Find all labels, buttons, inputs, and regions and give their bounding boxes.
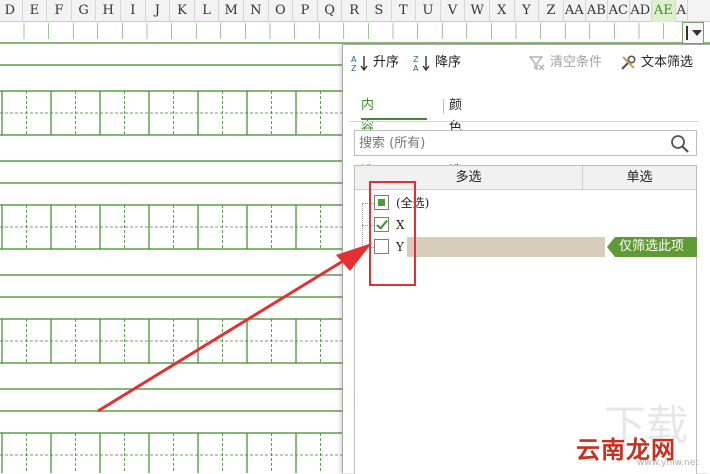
column-header-z[interactable]: Z bbox=[539, 0, 564, 22]
column-header-d[interactable]: D bbox=[0, 0, 23, 22]
column-header-j[interactable]: J bbox=[146, 0, 171, 22]
column-header-l[interactable]: L bbox=[195, 0, 220, 22]
text-filter-button[interactable]: 文本筛选 bbox=[619, 53, 693, 73]
column-header-ad[interactable]: AD bbox=[630, 0, 652, 22]
column-header-n[interactable]: N bbox=[244, 0, 269, 22]
column-header-o[interactable]: O bbox=[269, 0, 294, 22]
single-select-header[interactable]: 单选 bbox=[583, 166, 696, 190]
list-item-select-all[interactable]: (全选) bbox=[355, 192, 696, 247]
column-header: D E F G H I J K L M N O P Q R S T U V W X Y Z AA AB AC AD AE A bbox=[0, 0, 710, 22]
column-header-f[interactable]: F bbox=[47, 0, 72, 22]
column-header-e[interactable]: E bbox=[23, 0, 48, 22]
column-header-a-partial[interactable]: A bbox=[676, 0, 688, 22]
filter-values-list: 多选 单选 (全选) X Y 仅筛选此项 bbox=[354, 165, 697, 474]
search-box bbox=[354, 130, 697, 156]
tabs-divider bbox=[349, 121, 699, 122]
chevron-down-icon bbox=[692, 30, 702, 36]
column-header-w[interactable]: W bbox=[465, 0, 490, 22]
filter-dropdown-bar-icon bbox=[686, 26, 688, 40]
filter-panel: A Z 升序 Z A 降序 清空条件 文本筛选 内容 颜色 搜索 (所有) 多选… bbox=[342, 44, 710, 474]
list-item-y[interactable]: Y 仅筛选此项 bbox=[355, 236, 697, 258]
sort-descending-icon: Z A bbox=[413, 54, 431, 73]
list-item-label: (全选) bbox=[396, 196, 430, 210]
text-filter-label: 文本筛选 bbox=[641, 55, 694, 70]
checkbox-select-all[interactable] bbox=[374, 195, 389, 210]
list-header: 多选 单选 bbox=[355, 166, 696, 190]
checkbox-x[interactable] bbox=[374, 217, 389, 232]
checkbox-y[interactable] bbox=[374, 239, 389, 254]
tab-separator bbox=[443, 99, 444, 114]
tools-icon bbox=[619, 54, 637, 72]
tree-connector bbox=[362, 247, 374, 248]
tree-connector bbox=[362, 225, 374, 226]
column-header-k[interactable]: K bbox=[170, 0, 195, 22]
column-header-x[interactable]: X bbox=[490, 0, 515, 22]
column-header-ae[interactable]: AE bbox=[651, 0, 676, 22]
column-header-p[interactable]: P bbox=[293, 0, 318, 22]
column-header-aa[interactable]: AA bbox=[564, 0, 586, 22]
svg-text:A: A bbox=[351, 55, 357, 64]
sort-descending-label: 降序 bbox=[435, 55, 462, 70]
filter-dropdown-button[interactable] bbox=[682, 22, 704, 44]
filter-only-this-button[interactable]: 仅筛选此项 bbox=[607, 237, 697, 257]
watermark-url: www.ynlw.net bbox=[637, 458, 699, 468]
column-header-q[interactable]: Q bbox=[318, 0, 343, 22]
tab-color-filter[interactable]: 颜色筛选 bbox=[449, 95, 462, 179]
multi-select-header[interactable]: 多选 bbox=[355, 166, 583, 190]
column-header-g[interactable]: G bbox=[72, 0, 97, 22]
svg-text:Z: Z bbox=[413, 55, 419, 64]
svg-text:Z: Z bbox=[351, 64, 357, 72]
svg-text:A: A bbox=[413, 64, 419, 72]
active-tab-underline bbox=[361, 118, 427, 120]
tree-connector bbox=[362, 203, 374, 204]
column-header-h[interactable]: H bbox=[96, 0, 121, 22]
column-header-y[interactable]: Y bbox=[515, 0, 540, 22]
search-icon[interactable] bbox=[670, 134, 690, 154]
row-hover-highlight bbox=[407, 237, 605, 257]
clear-conditions-label: 清空条件 bbox=[550, 55, 603, 70]
column-header-ac[interactable]: AC bbox=[608, 0, 630, 22]
column-header-t[interactable]: T bbox=[392, 0, 417, 22]
list-item-x[interactable]: X bbox=[355, 214, 696, 236]
column-header-i[interactable]: I bbox=[121, 0, 146, 22]
clear-filter-icon bbox=[528, 54, 546, 72]
column-header-m[interactable]: M bbox=[219, 0, 244, 22]
list-item-label: X bbox=[396, 218, 405, 232]
sort-ascending-button[interactable]: A Z 升序 bbox=[351, 53, 399, 73]
column-header-s[interactable]: S bbox=[367, 0, 392, 22]
sort-descending-button[interactable]: Z A 降序 bbox=[413, 53, 461, 73]
list-item-label: Y bbox=[396, 240, 404, 254]
sort-ascending-icon: A Z bbox=[351, 54, 369, 73]
column-header-r[interactable]: R bbox=[342, 0, 367, 22]
tab-content-filter[interactable]: 内容筛选 bbox=[361, 95, 374, 179]
search-input[interactable] bbox=[359, 134, 659, 152]
column-header-ab[interactable]: AB bbox=[586, 0, 608, 22]
column-header-u[interactable]: U bbox=[416, 0, 441, 22]
column-header-v[interactable]: V bbox=[441, 0, 466, 22]
sort-ascending-label: 升序 bbox=[373, 55, 400, 70]
clear-conditions-button[interactable]: 清空条件 bbox=[528, 53, 602, 73]
